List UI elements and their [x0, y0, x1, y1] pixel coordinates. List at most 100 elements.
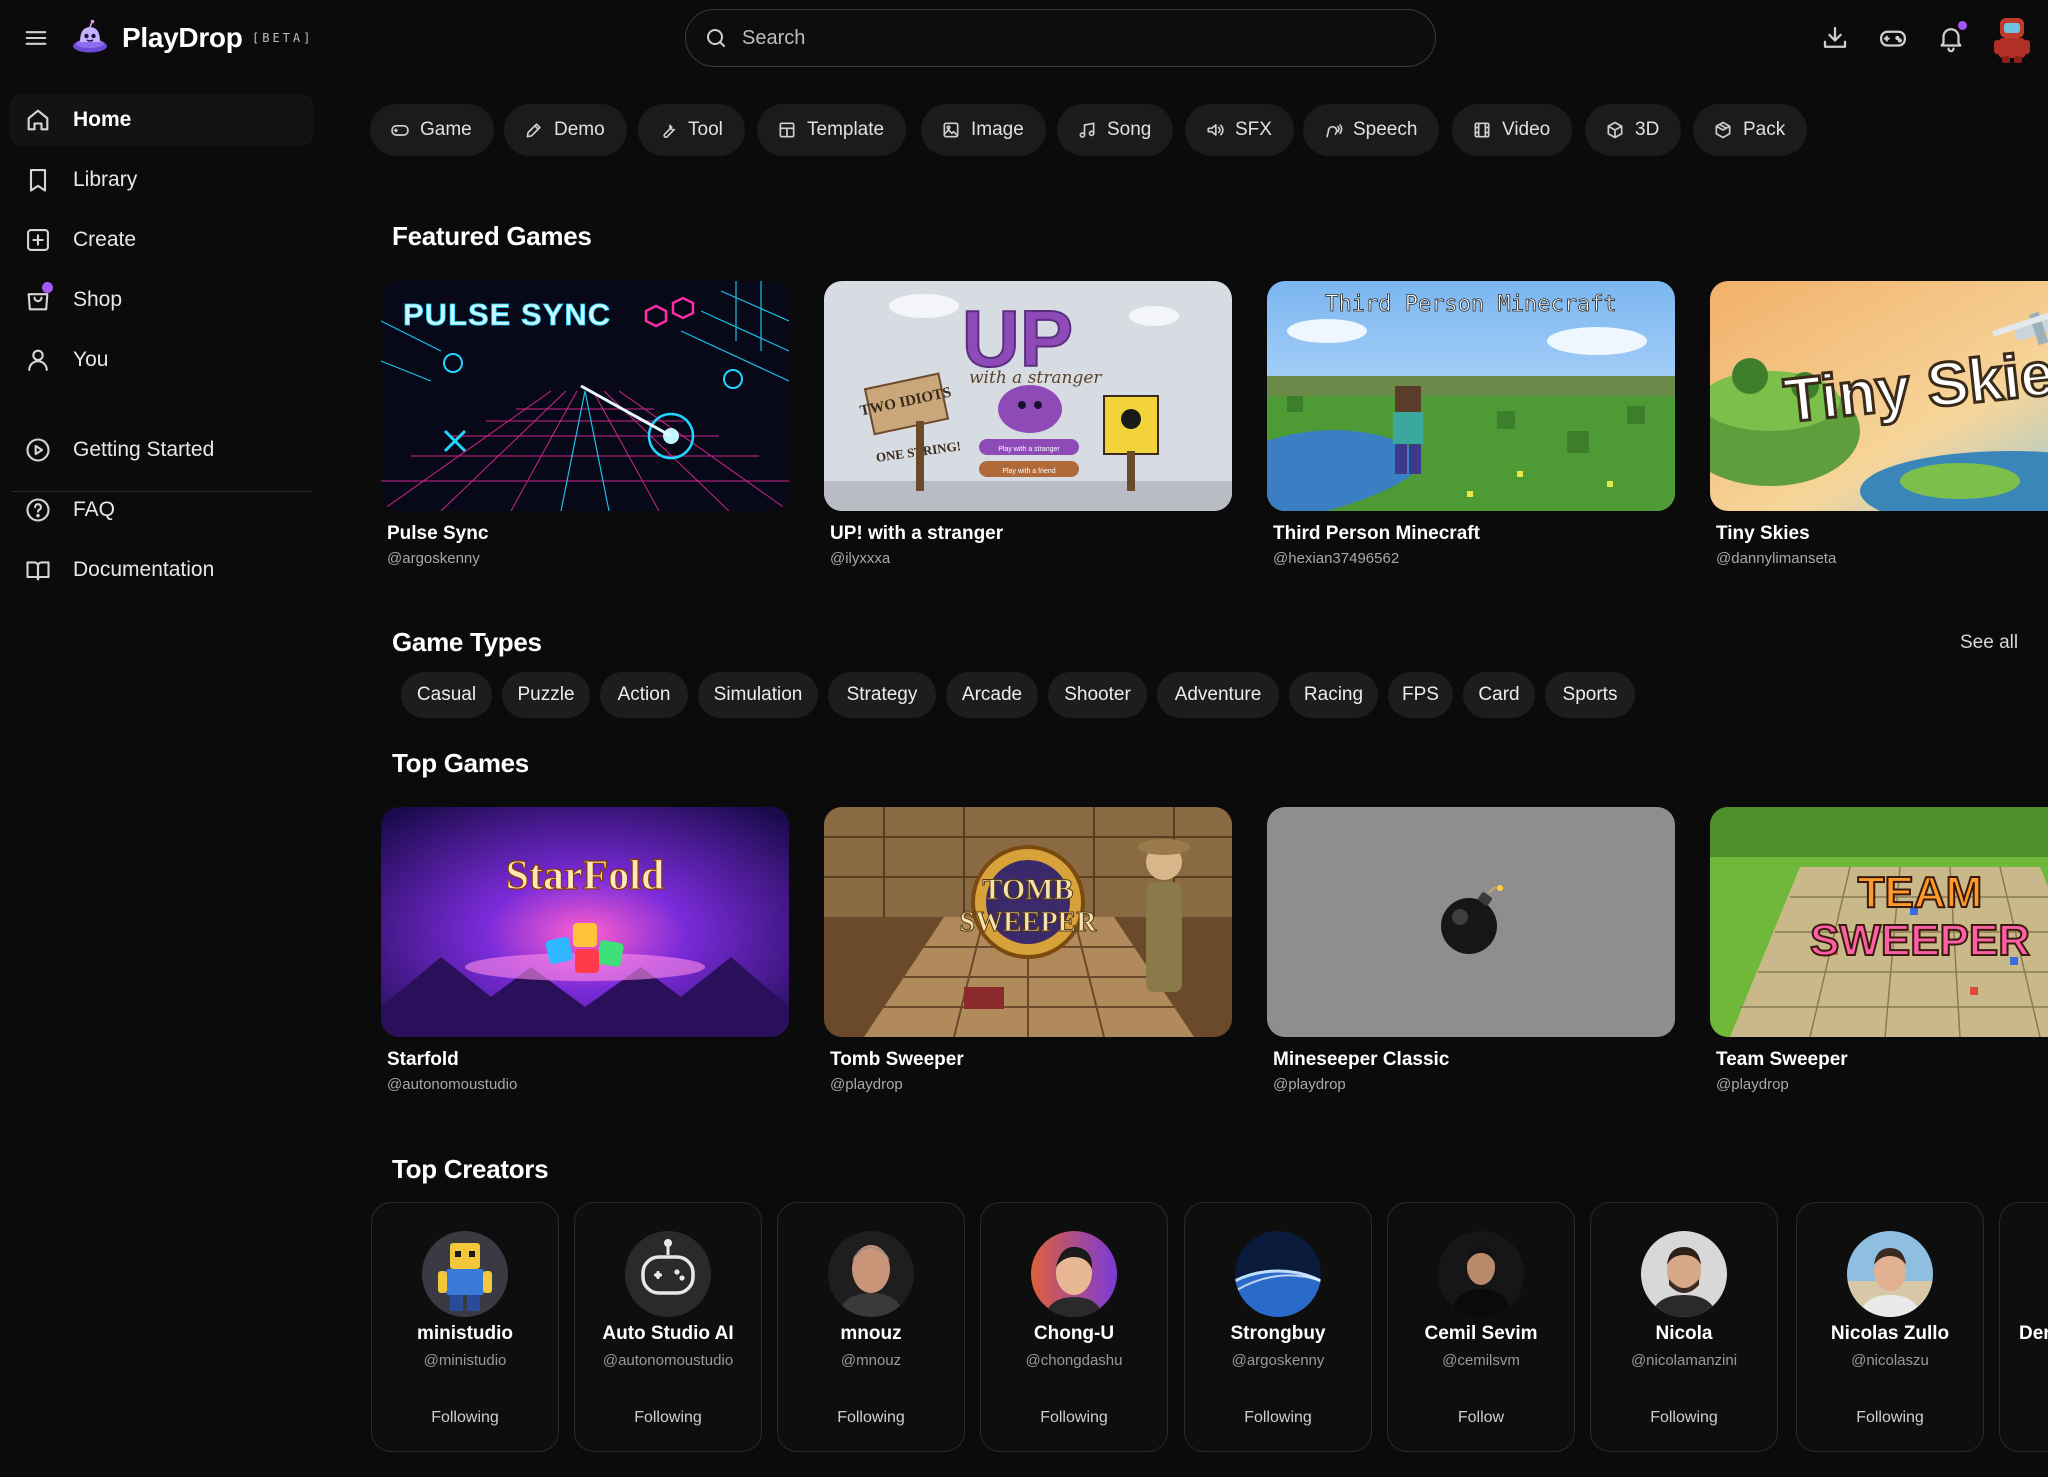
see-all-link[interactable]: See all	[1960, 632, 2018, 654]
download-icon[interactable]	[1820, 23, 1850, 53]
creator-handle: @nicolamanzini	[1630, 1352, 1738, 1369]
package-icon	[1713, 120, 1733, 140]
game-type-puzzle[interactable]: Puzzle	[502, 672, 590, 718]
sidebar-item-label: Documentation	[73, 558, 215, 581]
game-title: Tomb Sweeper	[830, 1049, 964, 1070]
game-author[interactable]: @autonomoustudio	[387, 1076, 517, 1093]
creator-card-ministudio[interactable]: ministudio @ministudio Following	[371, 1202, 559, 1452]
sidebar-item-you[interactable]: You	[10, 334, 314, 386]
creator-card-mnouz[interactable]: mnouz @mnouz Following	[777, 1202, 965, 1452]
music-icon	[1077, 120, 1097, 140]
category-video[interactable]: Video	[1452, 104, 1573, 156]
sidebar-item-documentation[interactable]: Documentation	[10, 544, 314, 596]
category-demo[interactable]: Demo	[504, 104, 627, 156]
game-card-team-sweeper[interactable]: TEAM SWEEPER Team Sweeper @playdrop	[1710, 807, 2048, 1107]
game-card-mineseeper-classic[interactable]: Mineseeper Classic @playdrop	[1267, 807, 1675, 1107]
game-title: Team Sweeper	[1716, 1049, 1848, 1070]
game-author[interactable]: @playdrop	[1273, 1076, 1346, 1093]
category-label: Demo	[554, 119, 605, 140]
game-type-casual[interactable]: Casual	[401, 672, 492, 718]
game-type-strategy[interactable]: Strategy	[828, 672, 936, 718]
category-label: Template	[807, 119, 885, 140]
top-games-title: Top Games	[392, 748, 529, 778]
category-tool[interactable]: Tool	[638, 104, 745, 156]
follow-button[interactable]: Following	[981, 1409, 1167, 1427]
follow-button[interactable]: Following	[575, 1409, 761, 1427]
sidebar-item-home[interactable]: Home	[10, 94, 314, 146]
follow-button[interactable]: Following	[1185, 1409, 1371, 1427]
sidebar-item-getting-started[interactable]: Getting Started	[10, 424, 314, 476]
game-thumbnail: StarFold	[381, 807, 789, 1037]
game-card-pulse-sync[interactable]: PULSE SYNC Pulse Sync @argoskenny	[381, 281, 789, 581]
game-card-starfold[interactable]: StarFold Starfold @autonomoustudio	[381, 807, 789, 1107]
category-song[interactable]: Song	[1057, 104, 1174, 156]
follow-button[interactable]: Following	[372, 1409, 558, 1427]
playdrop-logo[interactable]	[72, 19, 108, 57]
layout-icon	[777, 120, 797, 140]
category-image[interactable]: Image	[921, 104, 1046, 156]
game-author[interactable]: @hexian37496562	[1273, 550, 1399, 567]
game-type-racing[interactable]: Racing	[1289, 672, 1378, 718]
follow-button[interactable]: Follow	[1388, 1409, 1574, 1427]
creator-card-chong-u[interactable]: Chong-U @chongdashu Following	[980, 1202, 1168, 1452]
category-speech[interactable]: Speech	[1303, 104, 1440, 156]
category-sfx[interactable]: SFX	[1185, 104, 1294, 156]
gamepad-icon[interactable]	[1878, 23, 1908, 53]
image-icon	[941, 120, 961, 140]
game-author[interactable]: @argoskenny	[387, 550, 480, 567]
sidebar-item-library[interactable]: Library	[10, 154, 314, 206]
game-type-simulation[interactable]: Simulation	[698, 672, 818, 718]
game-thumbnail: PULSE SYNC	[381, 281, 789, 511]
game-type-action[interactable]: Action	[600, 672, 688, 718]
menu-icon[interactable]	[22, 24, 50, 52]
game-type-arcade[interactable]: Arcade	[946, 672, 1038, 718]
follow-button[interactable]: Following	[1797, 1409, 1983, 1427]
game-author[interactable]: @playdrop	[1716, 1076, 1789, 1093]
creator-card-auto-studio-ai[interactable]: Auto Studio AI @autonomoustudio Followin…	[574, 1202, 762, 1452]
category-3d[interactable]: 3D	[1585, 104, 1682, 156]
game-author[interactable]: @ilyxxxa	[830, 550, 890, 567]
category-template[interactable]: Template	[757, 104, 907, 156]
creator-name: Chong-U	[1033, 1323, 1115, 1344]
follow-button[interactable]: Following	[1591, 1409, 1777, 1427]
user-avatar[interactable]	[1990, 14, 2034, 64]
game-card-tomb-sweeper[interactable]: TOMB SWEEPER Tomb Sweeper @playdrop	[824, 807, 1232, 1107]
creator-card-partial[interactable]: Der	[1999, 1202, 2048, 1452]
creator-handle: @nicolaszu	[1851, 1352, 1929, 1369]
creator-card-nicolas-zullo[interactable]: Nicolas Zullo @nicolaszu Following	[1796, 1202, 1984, 1452]
game-type-shooter[interactable]: Shooter	[1048, 672, 1147, 718]
search-input[interactable]	[742, 26, 1382, 50]
creator-name: mnouz	[840, 1323, 902, 1344]
thumbnail-button-stranger: Play with a stranger	[998, 446, 1060, 453]
creator-card-nicola[interactable]: Nicola @nicolamanzini Following	[1590, 1202, 1778, 1452]
category-game[interactable]: Game	[370, 104, 494, 156]
gamepad-icon	[390, 120, 410, 140]
creator-card-cemil-sevim[interactable]: Cemil Sevim @cemilsvm Follow	[1387, 1202, 1575, 1452]
game-type-sports[interactable]: Sports	[1545, 672, 1635, 718]
game-author[interactable]: @playdrop	[830, 1076, 903, 1093]
featured-games-title: Featured Games	[392, 221, 592, 251]
search-box[interactable]	[685, 9, 1436, 67]
sidebar-item-shop[interactable]: Shop	[10, 274, 314, 326]
game-type-fps[interactable]: FPS	[1388, 672, 1453, 718]
category-pack[interactable]: Pack	[1693, 104, 1808, 156]
bookmark-icon	[24, 166, 52, 194]
creator-handle: @chongdashu	[1025, 1352, 1123, 1369]
game-card-tiny-skies[interactable]: Tiny Skies Tiny Skies @dannylimanseta	[1710, 281, 2048, 581]
game-card-third-person-minecraft[interactable]: Third Person Minecraft Third Person Mine…	[1267, 281, 1675, 581]
game-type-card[interactable]: Card	[1463, 672, 1535, 718]
category-label: Pack	[1743, 119, 1786, 140]
sidebar-item-create[interactable]: Create	[10, 214, 314, 266]
game-type-adventure[interactable]: Adventure	[1157, 672, 1279, 718]
brand-name[interactable]: PlayDrop	[122, 22, 243, 54]
sidebar-item-label: Home	[73, 108, 132, 131]
game-card-up-with-a-stranger[interactable]: UP with a stranger Play with a stranger …	[824, 281, 1232, 581]
creator-card-strongbuy[interactable]: Strongbuy @argoskenny Following	[1184, 1202, 1372, 1452]
game-title: Tiny Skies	[1716, 523, 1810, 544]
follow-button[interactable]: Following	[778, 1409, 964, 1427]
sidebar-item-faq[interactable]: FAQ	[10, 484, 314, 536]
thumbnail-title: TEAM	[1858, 868, 1983, 917]
creator-name: Auto Studio AI	[602, 1323, 734, 1344]
sidebar-item-label: Create	[73, 228, 137, 251]
game-author[interactable]: @dannylimanseta	[1716, 550, 1836, 567]
